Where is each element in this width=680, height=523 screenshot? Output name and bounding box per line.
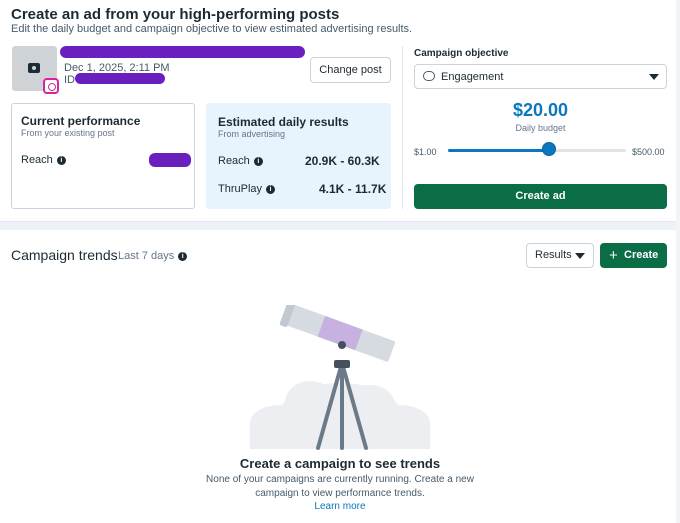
telescope-tube (279, 305, 396, 362)
section-gap (0, 222, 680, 230)
results-dropdown[interactable]: Results (526, 243, 594, 268)
trends-period-label: Last 7 days (118, 250, 175, 262)
post-id-label: ID (64, 74, 75, 86)
tripod-mount (338, 341, 346, 349)
estimated-reach-label: Reach (218, 155, 250, 167)
daily-budget-label: Daily budget (515, 123, 566, 133)
create-ad-panel: Create an ad from your high-performing p… (0, 0, 680, 222)
budget-slider-track[interactable] (448, 149, 626, 152)
estimated-reach-value: 20.9K - 60.3K (305, 154, 380, 168)
estimated-reach-row: Reach i (218, 155, 263, 167)
plus-icon: + (609, 247, 618, 264)
info-icon[interactable]: i (178, 252, 188, 261)
estimated-thruplay-row: ThruPlay i (218, 183, 276, 195)
info-icon[interactable]: i (266, 185, 276, 194)
daily-budget-amount: $20.00 (512, 100, 569, 120)
redacted-post-caption (60, 46, 305, 58)
trends-period: Last 7 days i (118, 250, 188, 262)
estimated-results-title: Estimated daily results (218, 115, 349, 129)
instagram-icon (43, 78, 59, 94)
create-campaign-label: Create (624, 249, 659, 261)
empty-state-title: Create a campaign to see trends (239, 456, 441, 471)
budget-slider-fill (448, 149, 550, 152)
chat-bubble-icon (423, 71, 435, 81)
campaign-objective-select[interactable]: Engagement (414, 64, 667, 89)
redacted-post-id (75, 73, 165, 84)
estimated-results-card: Estimated daily results From advertising… (206, 103, 391, 209)
redacted-reach-value (149, 153, 191, 167)
current-performance-card: Current performance From your existing p… (11, 103, 195, 209)
current-reach-row: Reach i (21, 154, 66, 166)
caret-down-icon (575, 253, 585, 259)
budget-max-label: $500.00 (632, 147, 665, 157)
current-performance-subtitle: From your existing post (21, 128, 115, 138)
info-icon[interactable]: i (56, 156, 66, 165)
info-icon[interactable]: i (253, 157, 263, 166)
column-divider (402, 46, 403, 209)
page-subtitle: Edit the daily budget and campaign objec… (11, 23, 413, 35)
current-performance-title: Current performance (21, 114, 141, 128)
campaign-trends-title: Campaign trends (11, 247, 118, 263)
learn-more-link[interactable]: Learn more (0, 501, 680, 512)
campaign-objective-value: Engagement (441, 71, 504, 83)
budget-slider-handle[interactable] (542, 142, 557, 156)
scrollbar[interactable] (676, 0, 680, 523)
caret-down-icon (649, 74, 659, 80)
create-ad-button[interactable]: Create ad (414, 184, 667, 209)
page-title: Create an ad from your high-performing p… (11, 6, 340, 23)
empty-state-description: None of your campaigns are currently run… (206, 474, 474, 499)
current-reach-label: Reach (21, 154, 53, 166)
estimated-thruplay-label: ThruPlay (218, 183, 263, 195)
campaign-objective-label: Campaign objective (414, 48, 509, 59)
change-post-button[interactable]: Change post (310, 57, 391, 83)
create-campaign-button[interactable]: + Create (600, 243, 667, 268)
estimated-thruplay-value: 4.1K - 11.7K (319, 182, 387, 196)
estimated-results-subtitle: From advertising (218, 129, 286, 139)
budget-min-label: $1.00 (414, 147, 437, 157)
tripod-head (334, 360, 350, 368)
telescope-illustration (250, 305, 430, 450)
results-dropdown-label: Results (535, 249, 572, 261)
video-icon (28, 63, 40, 73)
